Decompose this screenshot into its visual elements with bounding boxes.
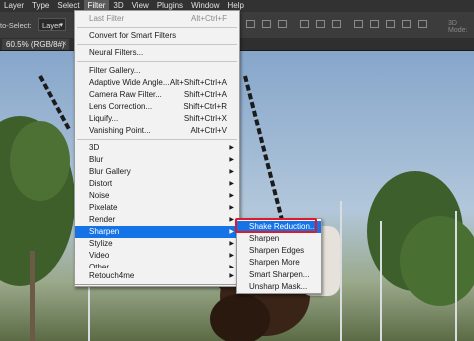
layer-select[interactable]: Layer — [38, 18, 66, 32]
menu-item-label: Blur Gallery — [89, 167, 131, 176]
menu-item-label: Camera Raw Filter... — [89, 90, 162, 99]
menu-item-blur-gallery[interactable]: Blur Gallery ▶ — [75, 166, 239, 178]
align-top-icon[interactable] — [300, 20, 309, 28]
menu-item-filter-gallery[interactable]: Filter Gallery... — [75, 65, 239, 77]
menu-item-blur[interactable]: Blur ▶ — [75, 154, 239, 166]
submenu-arrow-icon: ▶ — [229, 229, 234, 235]
menu-item-distort[interactable]: Distort ▶ — [75, 178, 239, 190]
shortcut-label: Alt+Shift+Ctrl+A — [169, 78, 227, 87]
align-middle-icon[interactable] — [316, 20, 325, 28]
menu-item-label: Sharpen — [89, 227, 120, 236]
highlight-annotation-box — [235, 218, 317, 233]
menu-item-label: Render — [89, 215, 116, 224]
menu-item-last-filter: Last Filter Alt+Ctrl+F — [75, 13, 239, 25]
menu-item-label: Neural Filters... — [89, 48, 144, 57]
align-right-icon[interactable] — [278, 20, 287, 28]
menu-item-label: Convert for Smart Filters — [89, 31, 177, 40]
menu-item-camera-raw-filter[interactable]: Camera Raw Filter... Shift+Ctrl+A — [75, 89, 239, 101]
menu-item-noise[interactable]: Noise ▶ — [75, 190, 239, 202]
menu-separator — [77, 61, 237, 62]
filter-menu-footer: Retouch4me ▶ — [74, 268, 240, 285]
distribute-2-icon[interactable] — [370, 20, 379, 28]
menu-item-lens-correction[interactable]: Lens Correction... Shift+Ctrl+R — [75, 101, 239, 113]
menu-item-label: Stylize — [89, 239, 113, 248]
menu-item-label: Distort — [89, 179, 113, 188]
distribute-4-icon[interactable] — [402, 20, 411, 28]
close-icon[interactable]: × — [62, 39, 67, 48]
submenu-arrow-icon: ▶ — [229, 145, 234, 151]
menu-item-label: Filter Gallery... — [89, 66, 141, 75]
submenu-arrow-icon: ▶ — [229, 253, 234, 259]
menu-separator — [77, 27, 237, 28]
shortcut-label: Shift+Ctrl+A — [183, 90, 227, 99]
menu-item-label: Vanishing Point... — [89, 126, 151, 135]
document-tab[interactable]: 60.5% (RGB/8#) — [2, 39, 69, 50]
filter-menu: Last Filter Alt+Ctrl+F Convert for Smart … — [74, 10, 240, 287]
menu-item-label: Pixelate — [89, 203, 118, 212]
menu-item-label: 3D — [89, 143, 100, 152]
menu-item-label: Adaptive Wide Angle... — [89, 78, 170, 87]
menu-item-label: Noise — [89, 191, 110, 200]
distribute-3-icon[interactable] — [386, 20, 395, 28]
menu-item-label: Smart Sharpen... — [249, 270, 310, 279]
auto-select-label: to-Select: — [0, 21, 32, 30]
submenu-arrow-icon: ▶ — [229, 205, 234, 211]
mode-3d-label: 3D Mode: — [448, 20, 468, 34]
submenu-arrow-icon: ▶ — [229, 241, 234, 247]
menu-item-convert-smart-filters[interactable]: Convert for Smart Filters — [75, 30, 239, 42]
menu-item-label: Sharpen — [249, 234, 280, 243]
shortcut-label: Alt+Ctrl+V — [190, 126, 227, 135]
menu-item-unsharp-mask[interactable]: Unsharp Mask... — [237, 281, 321, 293]
submenu-arrow-icon: ▶ — [229, 157, 234, 163]
menu-item-label: Video — [89, 251, 110, 260]
menu-item-3d[interactable]: 3D ▶ — [75, 142, 239, 154]
menu-item-smart-sharpen[interactable]: Smart Sharpen... — [237, 269, 321, 281]
submenu-arrow-icon: ▶ — [229, 217, 234, 223]
menu-layer[interactable]: Layer — [0, 0, 28, 12]
menu-item-retouch4me[interactable]: Retouch4me ▶ — [75, 270, 239, 282]
menu-item-video[interactable]: Video ▶ — [75, 250, 239, 262]
submenu-arrow-icon: ▶ — [229, 273, 234, 279]
menu-item-label: Sharpen Edges — [249, 246, 305, 255]
shortcut-label: Shift+Ctrl+R — [183, 102, 227, 111]
menu-item-label: Blur — [89, 155, 104, 164]
menu-item-label: Unsharp Mask... — [249, 282, 308, 291]
menu-item-sharpen-edges[interactable]: Sharpen Edges — [237, 245, 321, 257]
menu-item-render[interactable]: Render ▶ — [75, 214, 239, 226]
submenu-arrow-icon: ▶ — [229, 181, 234, 187]
align-center-icon[interactable] — [262, 20, 271, 28]
shortcut-label: Shift+Ctrl+X — [183, 114, 227, 123]
menu-separator — [77, 139, 237, 140]
menu-item-stylize[interactable]: Stylize ▶ — [75, 238, 239, 250]
menu-item-vanishing-point[interactable]: Vanishing Point... Alt+Ctrl+V — [75, 125, 239, 137]
menu-item-pixelate[interactable]: Pixelate ▶ — [75, 202, 239, 214]
menu-type[interactable]: Type — [28, 0, 53, 12]
menu-item-sharpen[interactable]: Sharpen ▶ — [75, 226, 239, 238]
distribute-icon[interactable] — [354, 20, 363, 28]
menu-item-adaptive-wide-angle[interactable]: Adaptive Wide Angle... Alt+Shift+Ctrl+A — [75, 77, 239, 89]
align-bottom-icon[interactable] — [332, 20, 341, 28]
submenu-arrow-icon: ▶ — [229, 193, 234, 199]
menu-item-label: Last Filter — [89, 14, 125, 23]
menu-item-label: Sharpen More — [249, 258, 300, 267]
shortcut-label: Alt+Ctrl+F — [190, 14, 227, 23]
menu-item-label: Liquify... — [89, 114, 119, 123]
menu-item-label: Retouch4me — [89, 271, 135, 280]
more-options-icon[interactable] — [418, 20, 427, 28]
menu-item-sharpen-basic[interactable]: Sharpen — [237, 233, 321, 245]
align-left-icon[interactable] — [246, 20, 255, 28]
menu-item-label: Lens Correction... — [89, 102, 153, 111]
menu-separator — [77, 44, 237, 45]
menu-item-neural-filters[interactable]: Neural Filters... — [75, 47, 239, 59]
menu-item-sharpen-more[interactable]: Sharpen More — [237, 257, 321, 269]
menu-item-liquify[interactable]: Liquify... Shift+Ctrl+X — [75, 113, 239, 125]
submenu-arrow-icon: ▶ — [229, 169, 234, 175]
